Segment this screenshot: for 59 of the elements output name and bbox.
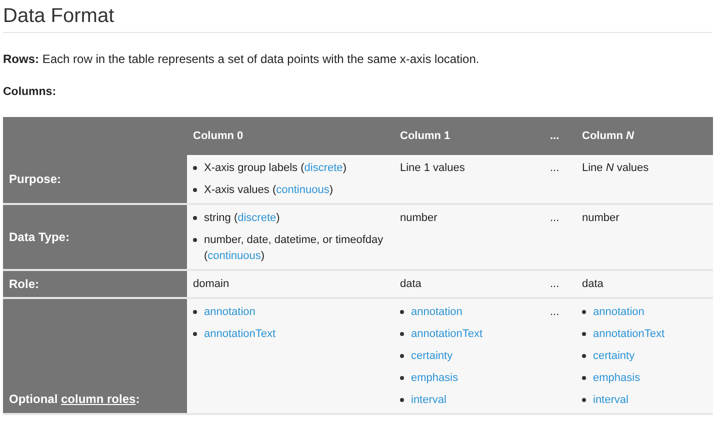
bullet-icon <box>193 216 197 220</box>
table-cell: number <box>582 212 620 224</box>
columns-label: Columns: <box>3 85 58 100</box>
bullet-icon <box>400 310 404 314</box>
bullet-icon <box>582 332 586 336</box>
bullet-icon <box>193 238 197 242</box>
rows-description: Rows: Each row in the table represents a set of data points with the same x-axis location. <box>3 51 480 67</box>
link[interactable]: annotationText <box>204 326 276 342</box>
link[interactable]: discrete <box>304 162 343 174</box>
list-item: string (discrete) <box>204 211 280 226</box>
bullet-icon <box>193 332 197 336</box>
bullet-icon <box>400 376 404 380</box>
row-label: Data Type: <box>9 230 70 244</box>
link[interactable]: certainty <box>411 348 453 364</box>
bullet-icon <box>582 398 586 402</box>
link[interactable]: annotation <box>204 304 256 320</box>
table-cell: Line N values <box>582 162 649 174</box>
link[interactable]: interval <box>593 392 628 408</box>
row-label: Role: <box>9 277 39 291</box>
link[interactable]: certainty <box>593 348 635 364</box>
bullet-icon <box>582 310 586 314</box>
link[interactable]: emphasis <box>593 370 640 386</box>
column-header: Column N <box>576 117 713 155</box>
link[interactable]: interval <box>411 392 446 408</box>
row-label: Purpose: <box>9 172 62 186</box>
table-cell: Line 1 values <box>400 162 465 174</box>
list-item: X-axis values (continuous) <box>204 183 334 198</box>
link[interactable]: column roles <box>61 392 136 406</box>
list-item: X-axis group labels (discrete) <box>204 161 346 176</box>
bullet-icon <box>193 188 197 192</box>
link[interactable]: annotationText <box>411 326 483 342</box>
column-header: Column 0 <box>187 117 394 155</box>
table-cell: data <box>400 278 422 290</box>
link[interactable]: emphasis <box>411 370 458 386</box>
link[interactable]: continuous <box>208 250 261 262</box>
link[interactable]: annotationText <box>593 326 665 342</box>
table-cell: ... <box>550 212 560 224</box>
bullet-icon <box>193 166 197 170</box>
table-cell: ... <box>550 162 560 174</box>
bullet-icon <box>400 332 404 336</box>
list-item: number, date, datetime, or timeofday (continuous) <box>204 233 384 264</box>
link[interactable]: annotation <box>411 304 462 320</box>
table-cell: ... <box>550 306 560 318</box>
bullet-icon <box>582 376 586 380</box>
table-cell: domain <box>193 278 230 290</box>
bullet-icon <box>400 354 404 358</box>
link[interactable]: annotation <box>593 304 644 320</box>
link[interactable]: continuous <box>276 184 330 196</box>
column-header: Column 1 <box>394 117 544 155</box>
table-cell: number <box>400 212 438 224</box>
column-header: ... <box>544 117 576 155</box>
page-heading: Data Format <box>3 4 712 33</box>
table-cell: ... <box>550 278 560 290</box>
row-label: Optional column roles: <box>9 392 140 406</box>
bullet-icon <box>193 310 197 314</box>
table-cell: data <box>582 278 604 290</box>
link[interactable]: discrete <box>238 212 276 224</box>
bullet-icon <box>582 354 586 358</box>
bullet-icon <box>400 398 404 402</box>
